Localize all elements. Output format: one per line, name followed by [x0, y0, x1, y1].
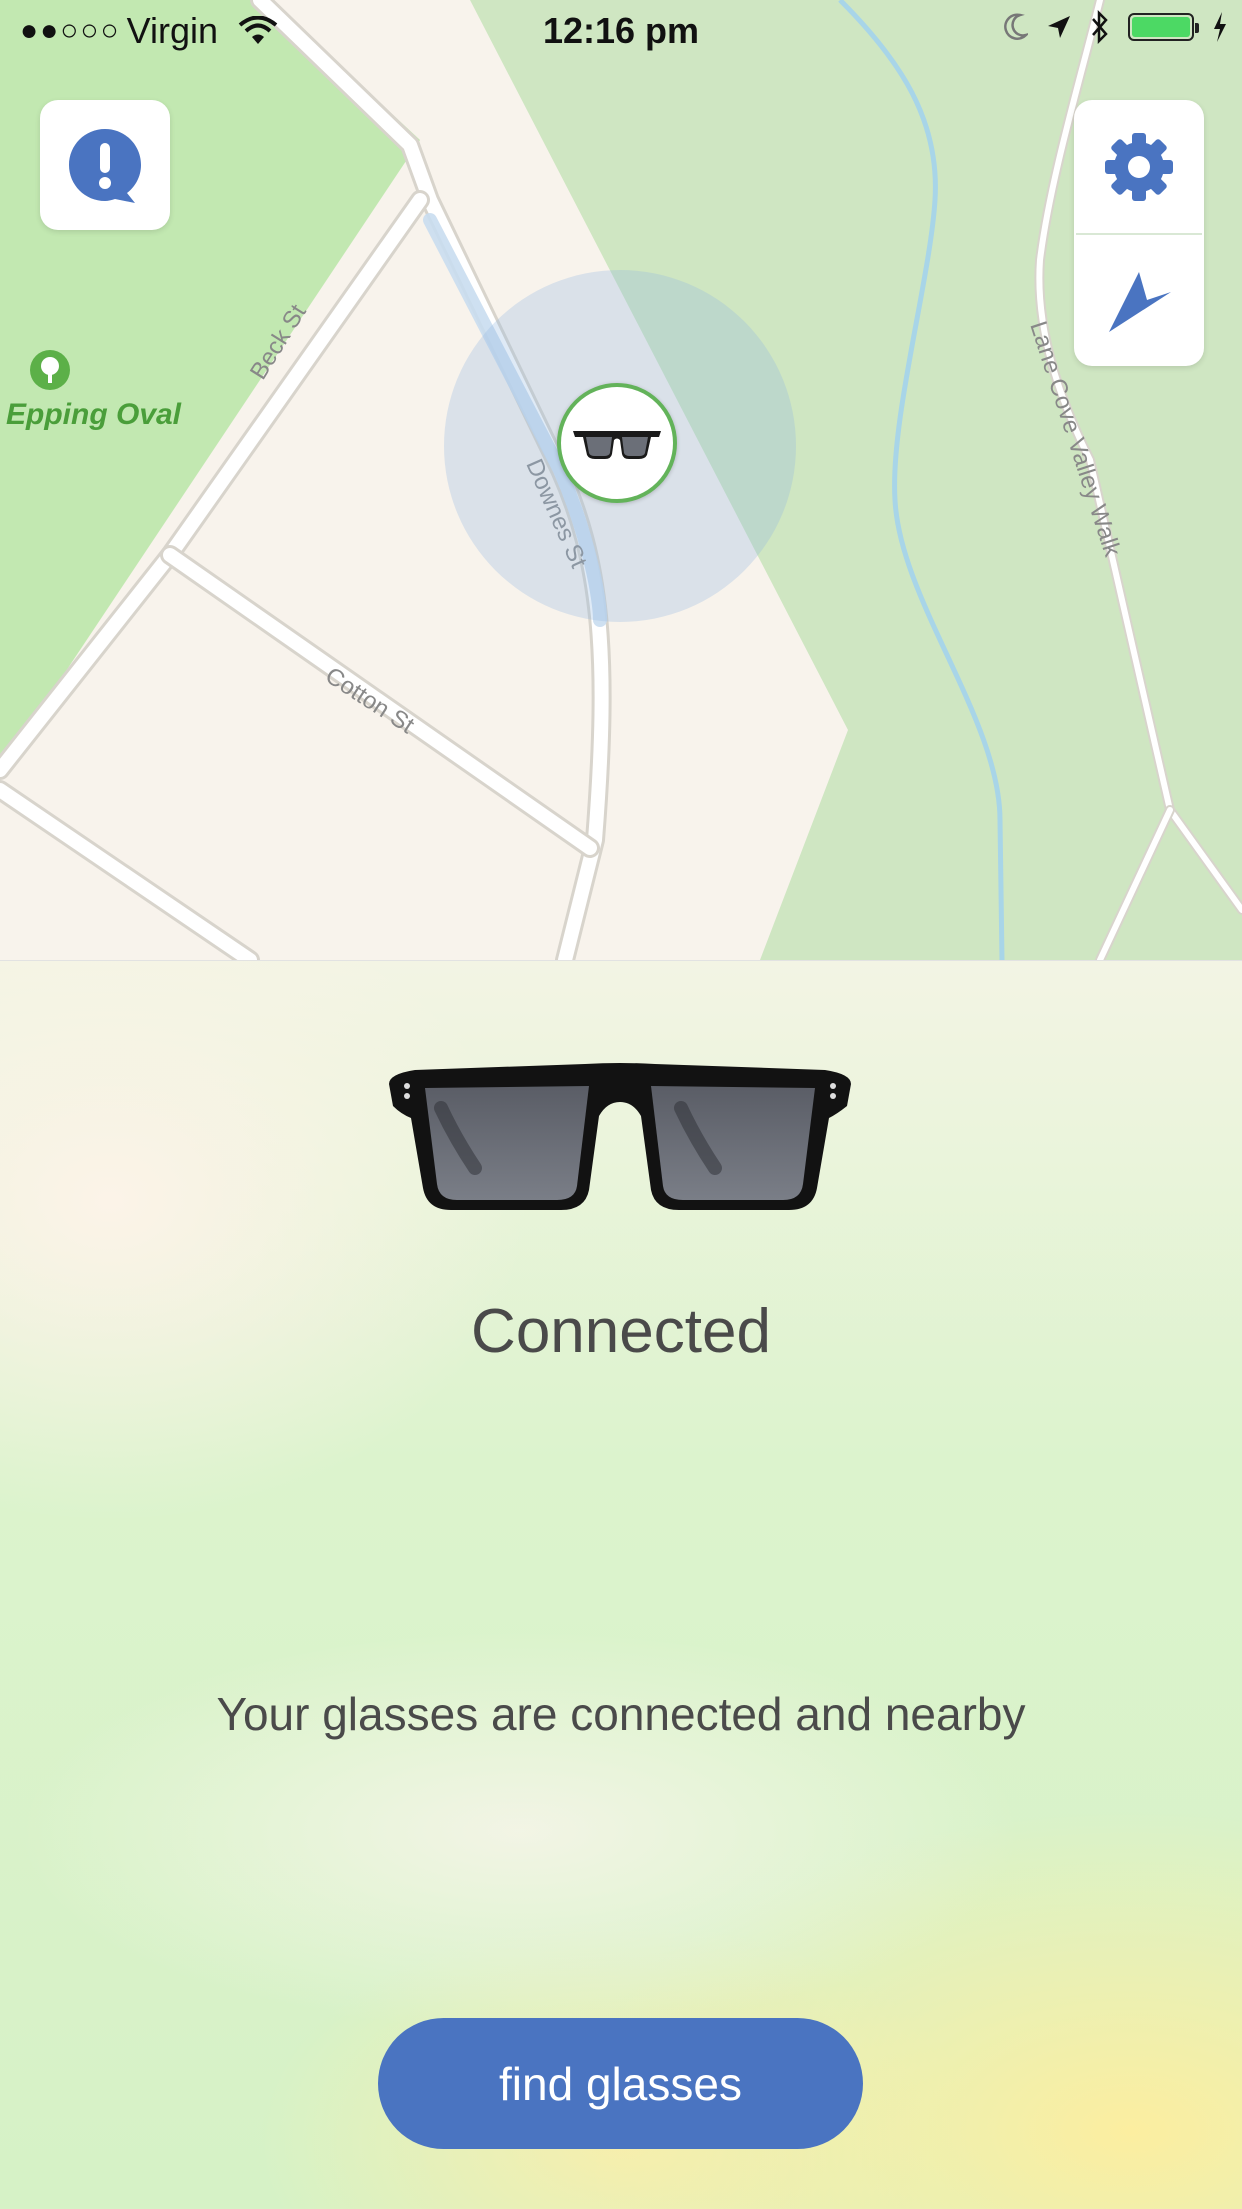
moon-icon — [1004, 13, 1028, 40]
find-glasses-button[interactable]: find glasses — [378, 2018, 863, 2149]
park-label: Epping Oval — [6, 398, 182, 431]
bluetooth-icon — [1092, 10, 1108, 44]
map-view[interactable]: Beck St Downes St Cotton St Lane Cove Va… — [0, 0, 1242, 960]
connection-status-message: Your glasses are connected and nearby — [216, 1688, 1026, 1740]
location-arrow-icon — [1109, 271, 1171, 332]
alert-button[interactable] — [40, 100, 170, 230]
status-bar: ●●○○○ Virgin 12:16 pm — [0, 0, 1242, 60]
map-controls — [1074, 100, 1204, 366]
settings-button[interactable] — [1074, 100, 1204, 233]
glasses-image — [389, 1063, 851, 1210]
battery-icon — [1128, 13, 1199, 41]
current-location-button[interactable] — [1074, 235, 1204, 368]
alert-bubble-icon — [69, 129, 141, 203]
gear-icon — [1105, 132, 1173, 201]
device-status-panel: Connected Your glasses are connected and… — [0, 960, 1242, 2209]
glasses-location-pin[interactable] — [557, 383, 677, 503]
connection-status-title: Connected — [471, 1297, 771, 1366]
location-services-icon — [1048, 16, 1070, 38]
sunglasses-icon — [573, 431, 661, 459]
tree-icon — [30, 350, 70, 390]
charging-bolt-icon — [1214, 12, 1226, 42]
